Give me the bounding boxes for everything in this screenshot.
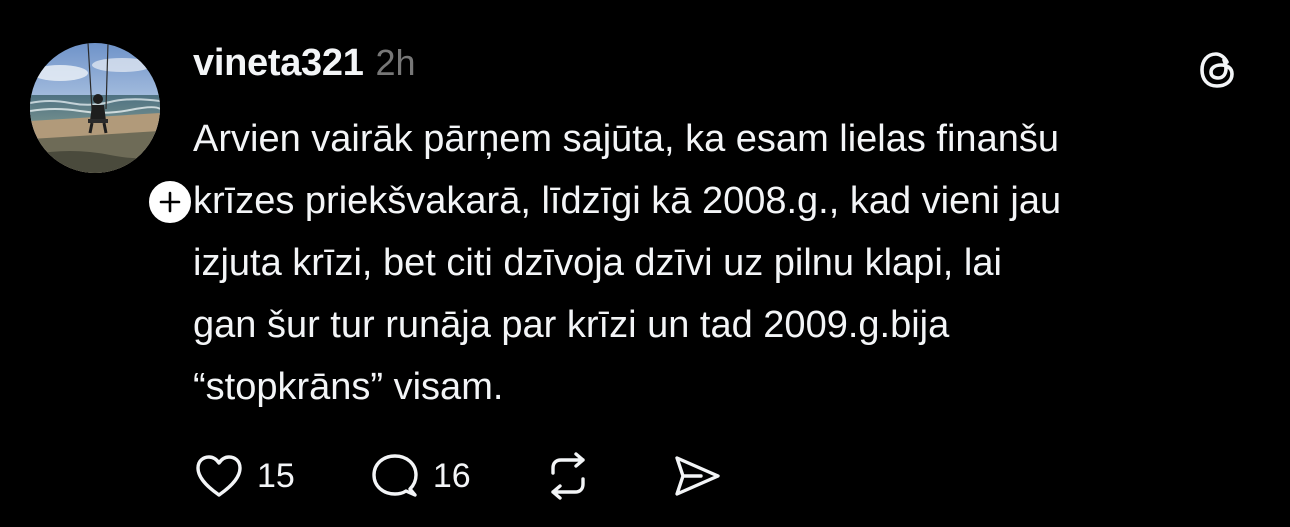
- follow-button[interactable]: [144, 176, 196, 228]
- reply-button[interactable]: 16: [369, 452, 471, 500]
- plus-icon: [159, 191, 181, 213]
- action-bar: 15 16: [193, 448, 723, 504]
- reply-count: 16: [432, 456, 471, 495]
- share-button[interactable]: [671, 451, 723, 501]
- comment-bubble-icon: [372, 454, 418, 497]
- repost-icon: [550, 452, 585, 500]
- send-icon: [674, 456, 720, 496]
- repost-button[interactable]: [543, 451, 593, 501]
- threads-logo-icon: [1200, 52, 1234, 88]
- post-text-line: gan šur tur runāja par krīzi un tad 2009…: [193, 304, 950, 346]
- post-text-line: izjuta krīzi, bet citi dzīvoja dzīvi uz …: [193, 242, 1002, 284]
- avatar-container: [30, 43, 196, 228]
- post-header: vineta321 2h: [193, 42, 416, 92]
- post-text-line: Arvien vairāk pārņem sajūta, ka esam lie…: [193, 118, 1059, 160]
- post-text-line: krīzes priekšvakarā, līdzīgi kā 2008.g.,…: [193, 180, 1062, 222]
- heart-icon: [196, 455, 242, 497]
- post-text-line: “stopkrāns” visam.: [193, 366, 504, 408]
- like-button[interactable]: 15: [193, 452, 295, 500]
- post-text: Arvien vairāk pārņem sajūta, ka esam lie…: [193, 108, 1258, 418]
- avatar[interactable]: [30, 43, 160, 173]
- timestamp: 2h: [375, 42, 416, 83]
- username[interactable]: vineta321: [193, 42, 364, 85]
- like-count: 15: [257, 456, 295, 495]
